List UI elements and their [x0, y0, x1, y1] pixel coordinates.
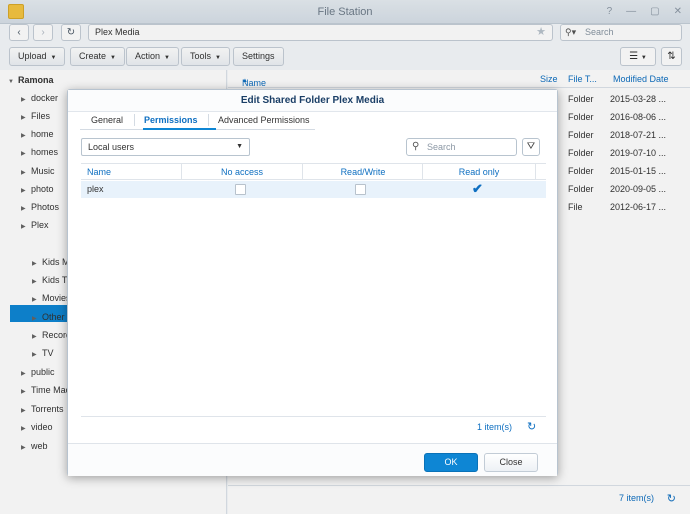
user-type-value: Local users: [88, 142, 135, 152]
read-only-checkbox[interactable]: ✔: [472, 181, 483, 197]
dialog-tabs: General Permissions Advanced Permissions: [80, 111, 315, 130]
column-separator: [535, 164, 536, 180]
permissions-table-header: Name No access Read/Write Read only: [81, 164, 546, 180]
dialog-footer: OK Close: [68, 443, 557, 476]
chevron-down-icon: ▼: [236, 143, 243, 150]
column-header-name[interactable]: Name: [87, 167, 111, 177]
dialog-title: Edit Shared Folder Plex Media: [68, 90, 557, 112]
table-row[interactable]: plex ✔: [81, 181, 546, 198]
user-name-cell: plex: [87, 184, 104, 194]
active-tab-indicator: [143, 128, 216, 130]
filter-icon: ⛛: [526, 141, 536, 152]
column-header-read-write[interactable]: Read/Write: [303, 167, 423, 177]
column-header-no-access[interactable]: No access: [182, 167, 302, 177]
dialog-search-input[interactable]: ⚲ Search: [406, 138, 517, 156]
search-icon: ⚲: [412, 141, 420, 152]
refresh-icon[interactable]: ↻: [527, 420, 536, 433]
edit-shared-folder-dialog: Edit Shared Folder Plex Media General Pe…: [67, 89, 558, 476]
read-write-checkbox[interactable]: [355, 184, 366, 195]
close-button[interactable]: Close: [484, 453, 538, 472]
tab-separator: [134, 114, 135, 126]
permissions-table: Name No access Read/Write Read only plex…: [81, 163, 546, 417]
tab-general[interactable]: General: [91, 115, 123, 125]
dialog-item-count: 1 item(s): [477, 422, 513, 432]
user-type-select[interactable]: Local users ▼: [81, 138, 250, 156]
tab-advanced-permissions[interactable]: Advanced Permissions: [218, 115, 310, 125]
column-header-read-only[interactable]: Read only: [423, 167, 535, 177]
search-placeholder: Search: [427, 142, 456, 152]
filter-button[interactable]: ⛛: [522, 138, 540, 156]
ok-button[interactable]: OK: [424, 453, 478, 472]
tab-permissions[interactable]: Permissions: [144, 115, 198, 125]
tab-separator: [208, 114, 209, 126]
no-access-checkbox[interactable]: [235, 184, 246, 195]
